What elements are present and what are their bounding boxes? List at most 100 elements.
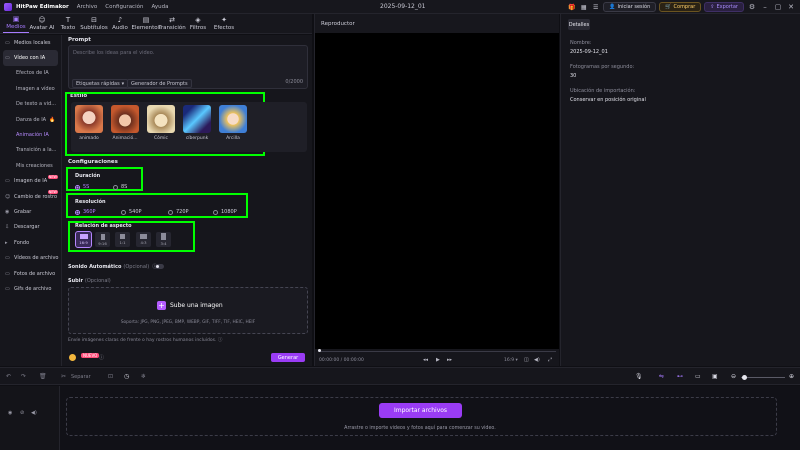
volume-icon[interactable]: ◀) <box>534 357 540 363</box>
tool-transition[interactable]: ⇄ Transición <box>158 14 185 33</box>
minimize-icon[interactable]: – <box>760 3 770 11</box>
tool-audio[interactable]: ♪ Audio <box>107 14 133 33</box>
snapshot-icon[interactable]: ◫ <box>524 357 529 363</box>
gift-icon[interactable]: 🎁 <box>567 3 576 12</box>
menu-settings[interactable]: Configuración <box>105 4 143 10</box>
maximize-icon[interactable]: ▢ <box>773 3 783 11</box>
grid-icon[interactable]: ▦ <box>579 3 588 12</box>
resolution-option-1080p[interactable]: 1080P <box>213 209 237 215</box>
buy-button[interactable]: 🛒 Comprar <box>659 2 702 12</box>
upload-image-button[interactable]: + Sube una imagen <box>157 301 223 310</box>
style-thumbnail <box>147 105 175 133</box>
delete-icon[interactable]: 🗑 <box>39 373 47 380</box>
prev-frame-icon[interactable]: ◂◂ <box>423 357 428 363</box>
prompt-textarea[interactable]: Describe los ideas para el video. Etique… <box>68 45 308 89</box>
timer-icon[interactable]: ◷ <box>124 373 129 380</box>
close-icon[interactable]: ✕ <box>786 3 796 11</box>
sidebar-item-record[interactable]: ◉ Grabar <box>0 204 61 219</box>
split-screen-icon[interactable]: ▭ <box>695 373 701 380</box>
sidebar-item-ai-effects[interactable]: Efectos de IA <box>0 66 61 81</box>
tool-subtitles[interactable]: ⊟ Subtítulos <box>80 14 108 33</box>
zoom-slider-handle[interactable] <box>742 375 747 380</box>
track-visibility-icon[interactable]: ◉ <box>8 410 12 416</box>
style-card-comic[interactable]: Cómic <box>146 105 176 149</box>
zoom-out-icon[interactable]: ⊖ <box>731 373 736 380</box>
info-icon[interactable]: ⓘ <box>218 338 223 343</box>
tool-avatar[interactable]: ☺ Avatar AI <box>29 14 55 33</box>
sidebar-item-stock-video[interactable]: ▭ Vídeos de archivo <box>0 250 61 265</box>
sidebar-item-text-to-video[interactable]: De texto a vid... <box>0 97 61 112</box>
tasks-icon[interactable]: ☰ <box>591 3 600 12</box>
folder-icon: ▭ <box>5 39 10 46</box>
sidebar-item-ai-video[interactable]: ▭ Vídeo con IA <box>3 50 58 66</box>
redo-icon[interactable]: ↷ <box>21 373 26 380</box>
sidebar-item-local-media[interactable]: ▭ Medios locales <box>0 35 61 50</box>
track-mute-icon[interactable]: ◀) <box>31 410 37 416</box>
fullscreen-icon[interactable]: ⤢ <box>548 357 552 363</box>
sidebar-item-face-swap[interactable]: ☺ Cambio de rostro NEW <box>0 189 61 204</box>
tool-media[interactable]: ▣ Medios <box>3 14 29 33</box>
auto-sound-toggle[interactable] <box>155 264 164 269</box>
image-upload-dropzone[interactable]: + Sube una imagen Soporta: JPG, PNG, JPE… <box>68 287 308 334</box>
sidebar-item-my-creations[interactable]: Mis creaciones <box>0 158 61 173</box>
sidebar-item-ai-animation[interactable]: Animación IA <box>0 127 61 142</box>
zoom-in-icon[interactable]: ⊕ <box>789 373 794 380</box>
info-icon[interactable]: ⓘ <box>99 354 104 361</box>
style-card-animated[interactable]: animado <box>74 105 104 149</box>
zoom-slider[interactable] <box>741 377 785 378</box>
ratio-option-4-3[interactable]: 4:3 <box>136 232 151 247</box>
tool-text[interactable]: T Texto <box>55 14 81 33</box>
crop-icon[interactable]: ⊡ <box>108 373 113 380</box>
radio-unselected <box>121 209 126 215</box>
menu-help[interactable]: Ayuda <box>151 4 168 10</box>
sidebar-item-download[interactable]: ⇩ Descargar <box>0 220 61 235</box>
name-label: Nombre: <box>570 40 592 46</box>
undo-icon[interactable]: ↶ <box>6 373 11 380</box>
tool-effects[interactable]: ✦ Efectos <box>211 14 237 33</box>
preview-quality-icon[interactable]: ▣ <box>712 373 718 380</box>
playhead-handle[interactable] <box>318 349 321 352</box>
duration-option-8s[interactable]: 8S <box>113 184 127 190</box>
play-icon[interactable]: ▶ <box>436 357 440 363</box>
magnet-icon[interactable]: ⇋ <box>659 373 664 380</box>
style-card-cyberpunk[interactable]: cíberpunk <box>182 105 212 149</box>
sidebar-item-stock-photos[interactable]: ▭ Fotos de archivo <box>0 266 61 281</box>
style-card-animation[interactable]: Animació... <box>110 105 140 149</box>
playback-scrubber[interactable] <box>319 351 556 352</box>
resolution-option-720p[interactable]: 720P <box>168 209 189 215</box>
sidebar-item-ai-image[interactable]: ▭ Imagen de IA NEW <box>0 174 61 189</box>
sidebar-item-ai-dance[interactable]: Danza de IA 🔥 <box>0 112 61 127</box>
resolution-option-540p[interactable]: 540P <box>121 209 142 215</box>
login-button[interactable]: 👤 Iniciar sesión <box>603 2 657 12</box>
tab-details[interactable]: Detalles <box>568 19 590 30</box>
link-icon[interactable]: ⊷ <box>677 373 683 380</box>
next-frame-icon[interactable]: ▸▸ <box>447 357 452 363</box>
ratio-shape-icon <box>100 233 105 240</box>
ratio-option-1-1[interactable]: 1:1 <box>115 232 130 247</box>
split-label[interactable]: Separar <box>71 374 91 380</box>
menu-file[interactable]: Archivo <box>77 4 98 10</box>
split-icon[interactable]: ✂ <box>61 373 66 380</box>
microphone-icon[interactable]: 🎙 <box>635 373 643 380</box>
prompt-generator-button[interactable]: Generador de Prompts <box>127 79 192 88</box>
export-button[interactable]: ⇪ Exportar <box>704 2 744 12</box>
aspect-ratio-selector[interactable]: 16:9 ▾ <box>504 358 518 363</box>
resolution-option-360p[interactable]: 360P <box>75 209 96 215</box>
ratio-option-3-4[interactable]: 3:4 <box>156 232 171 247</box>
quick-tags-dropdown[interactable]: Etiquetas rápidas ▾ <box>72 79 129 88</box>
settings-icon[interactable]: ⚙ <box>747 3 757 11</box>
sidebar-item-stock-gifs[interactable]: ▭ Gifs de archivo <box>0 281 61 296</box>
style-card-clay[interactable]: Arcilla <box>218 105 248 149</box>
track-lock-icon[interactable]: ⊘ <box>20 410 24 416</box>
import-files-button[interactable]: Importar archivos <box>379 403 462 418</box>
tool-filters[interactable]: ◈ Filtros <box>185 14 211 33</box>
sidebar-item-background[interactable]: ▸ Fondo <box>0 235 61 250</box>
duration-option-5s[interactable]: 5S <box>75 184 89 190</box>
sidebar-item-transition[interactable]: Transición a la... <box>0 143 61 158</box>
ratio-option-16-9[interactable]: 16:9 <box>75 231 92 248</box>
sidebar-item-image-to-video[interactable]: Imagen a vídeo <box>0 81 61 96</box>
ratio-option-9-16[interactable]: 9:16 <box>95 232 110 247</box>
tool-elements[interactable]: ▤ Elementos <box>132 14 161 33</box>
freeze-icon[interactable]: ❄ <box>141 373 146 380</box>
generate-button[interactable]: Generar <box>271 353 305 362</box>
